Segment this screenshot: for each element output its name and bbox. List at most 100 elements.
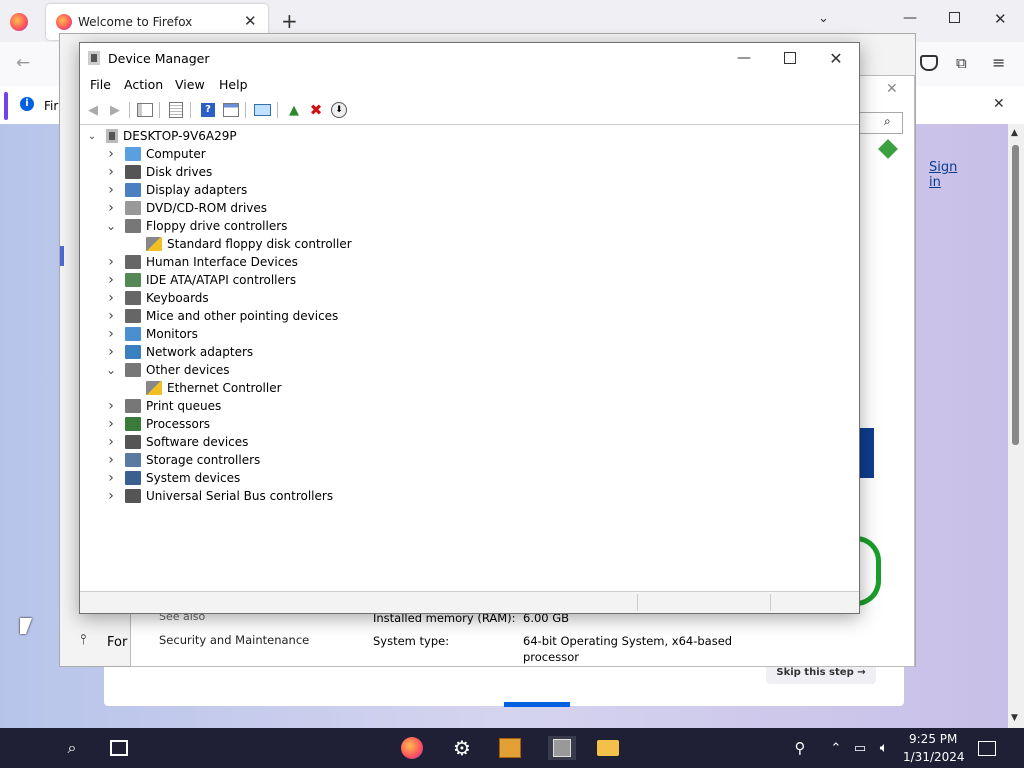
title-bar[interactable]: Device Manager — ✕ [80, 43, 859, 73]
pocket-icon[interactable] [920, 55, 938, 71]
chevron-right-icon[interactable]: › [105, 254, 117, 270]
tree-category[interactable]: › DVD/CD-ROM drives [105, 199, 267, 217]
tab-list-icon[interactable]: ⌄ [818, 11, 829, 26]
tree-category[interactable]: › Disk drives [105, 163, 212, 181]
tree-category[interactable]: › Network adapters [105, 343, 253, 361]
chevron-right-icon[interactable]: › [105, 164, 117, 180]
chevron-right-icon[interactable]: › [105, 470, 117, 486]
tree-category[interactable]: ⌄ Other devices [105, 361, 230, 379]
chevron-right-icon[interactable]: › [105, 452, 117, 468]
device-manager-taskbar-icon[interactable] [548, 736, 576, 760]
device-tree: ⌄ DESKTOP-9V6A29P › Computer › Disk drives ›… [80, 127, 859, 589]
tab-close-icon[interactable]: ✕ [244, 12, 257, 30]
clock-time[interactable]: 9:25 PM [909, 732, 957, 746]
menu-view[interactable]: View [175, 77, 205, 92]
tree-root[interactable]: ⌄ DESKTOP-9V6A29P [86, 127, 237, 145]
tree-category[interactable]: › Processors [105, 415, 210, 433]
chevron-down-icon[interactable]: ⌄ [105, 219, 117, 233]
sign-in-link[interactable]: Sign in [929, 160, 957, 190]
chevron-right-icon[interactable]: › [105, 416, 117, 432]
chevron-right-icon[interactable]: › [105, 272, 117, 288]
control-panel-icon[interactable] [498, 736, 522, 760]
scan-hardware-icon[interactable] [253, 101, 271, 119]
clock-date[interactable]: 1/31/2024 [903, 750, 965, 764]
tree-category[interactable]: › IDE ATA/ATAPI controllers [105, 271, 296, 289]
scroll-down-icon[interactable]: ▼ [1011, 713, 1018, 723]
tree-category[interactable]: › Keyboards [105, 289, 208, 307]
disable-device-icon[interactable]: ⬇ [330, 101, 348, 119]
notification-close-icon[interactable]: ✕ [993, 96, 1005, 112]
tree-category[interactable]: › Universal Serial Bus controllers [105, 487, 333, 505]
restore-icon[interactable] [949, 12, 960, 23]
scroll-thumb[interactable] [1012, 145, 1019, 445]
tree-item-label: Human Interface Devices [146, 255, 298, 269]
chevron-right-icon[interactable]: › [105, 398, 117, 414]
chevron-right-icon[interactable]: › [105, 308, 117, 324]
chevron-right-icon[interactable]: › [105, 488, 117, 504]
properties-icon[interactable] [167, 101, 185, 119]
firefox-menu-icon[interactable] [10, 13, 28, 31]
menu-help[interactable]: Help [219, 77, 248, 92]
update-driver-icon[interactable]: ▲ [285, 101, 303, 119]
back-icon[interactable]: ← [16, 53, 30, 73]
chevron-right-icon[interactable]: › [105, 146, 117, 162]
app-menu-icon[interactable]: ≡ [992, 53, 1005, 72]
task-view-icon[interactable] [107, 736, 131, 760]
tree-category[interactable]: › Computer [105, 145, 205, 163]
tree-category[interactable]: › Human Interface Devices [105, 253, 298, 271]
menu-action[interactable]: Action [124, 77, 163, 92]
help-icon[interactable]: ? [199, 101, 217, 119]
chevron-right-icon[interactable]: › [105, 326, 117, 342]
action-pane-icon[interactable] [222, 101, 240, 119]
tree-category[interactable]: ⌄ Floppy drive controllers [105, 217, 287, 235]
progress-bar [504, 702, 570, 707]
minimize-icon[interactable]: — [721, 43, 767, 73]
volume-icon[interactable]: 🔈︎ [872, 736, 896, 760]
tree-child-item[interactable]: Ethernet Controller [146, 379, 282, 397]
minimize-icon[interactable]: — [903, 10, 917, 26]
security-maintenance-link[interactable]: Security and Maintenance [159, 633, 309, 647]
close-icon[interactable]: ✕ [813, 43, 859, 73]
tree-child-item[interactable]: Standard floppy disk controller [146, 235, 352, 253]
device-category-icon [125, 273, 141, 287]
new-tab-icon[interactable]: + [281, 9, 298, 33]
forward-icon[interactable]: ▶ [106, 101, 124, 119]
tree-category[interactable]: › System devices [105, 469, 240, 487]
people-icon[interactable]: ⚲ [788, 736, 812, 760]
notification-icon[interactable] [975, 736, 999, 760]
chevron-right-icon[interactable]: › [105, 182, 117, 198]
window-close-icon[interactable]: ✕ [886, 81, 898, 97]
maximize-icon[interactable] [767, 43, 813, 73]
chevron-down-icon[interactable]: ⌄ [105, 363, 117, 377]
system-type-value-cont: processor [523, 650, 579, 664]
firefox-taskbar-icon[interactable] [400, 736, 424, 760]
chevron-right-icon[interactable]: › [105, 290, 117, 306]
tree-category[interactable]: › Mice and other pointing devices [105, 307, 338, 325]
chevron-up-icon[interactable]: ⌃ [824, 736, 848, 760]
settings-sliders-icon[interactable]: ⫯ [80, 632, 86, 648]
uninstall-device-icon[interactable]: ✖ [307, 101, 325, 119]
chevron-right-icon[interactable]: › [105, 200, 117, 216]
network-icon[interactable]: ▭ [848, 736, 872, 760]
window-close-icon[interactable]: ✕ [994, 10, 1007, 28]
arrow-right-icon: → [857, 666, 866, 678]
tree-category[interactable]: › Display adapters [105, 181, 247, 199]
tree-category[interactable]: › Storage controllers [105, 451, 260, 469]
menu-file[interactable]: File [90, 77, 111, 92]
show-hide-console-icon[interactable] [136, 101, 154, 119]
settings-gear-icon[interactable]: ⚙ [450, 736, 474, 760]
scroll-up-icon[interactable]: ▲ [1011, 128, 1018, 138]
firefox-tab-icon [56, 14, 72, 30]
back-icon[interactable]: ◀ [84, 101, 102, 119]
tree-category[interactable]: › Print queues [105, 397, 221, 415]
chevron-right-icon[interactable]: › [105, 434, 117, 450]
chevron-down-icon[interactable]: ⌄ [86, 130, 98, 142]
file-explorer-icon[interactable] [596, 736, 620, 760]
extensions-icon[interactable]: ⧉ [956, 54, 967, 72]
help-icon[interactable] [878, 139, 898, 159]
tree-category[interactable]: › Monitors [105, 325, 198, 343]
chevron-right-icon[interactable]: › [105, 344, 117, 360]
tree-category[interactable]: › Software devices [105, 433, 248, 451]
device-category-icon [125, 219, 141, 233]
search-icon[interactable]: ⌕ [60, 736, 84, 760]
